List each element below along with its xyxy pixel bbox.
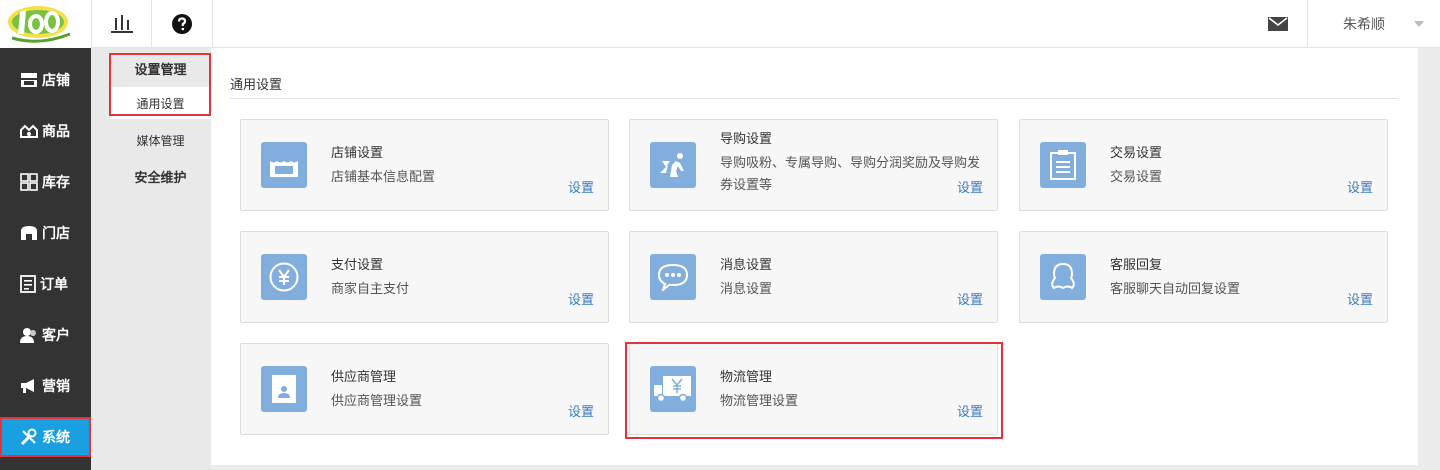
yuan-coin-icon: [261, 254, 307, 300]
store-icon: [21, 73, 37, 87]
envelope-icon: [1267, 17, 1288, 31]
settings-link[interactable]: 设置: [1347, 289, 1373, 308]
megaphone-icon: [21, 379, 34, 393]
sidebar-item-customers[interactable]: 客户: [0, 315, 91, 355]
user-icon: [20, 328, 36, 343]
sidebar-item-system[interactable]: 系统: [0, 417, 91, 457]
customer-service-icon: [1040, 254, 1086, 300]
card-description: 店铺基本信息配置: [331, 169, 436, 184]
clipboard-icon: [1040, 142, 1086, 188]
sidebar-item-label: 门店: [42, 225, 70, 241]
sidebar-item-shop[interactable]: 门店: [0, 213, 91, 253]
help-button[interactable]: [152, 0, 213, 48]
sidebar-item-label: 系统: [42, 429, 70, 445]
card-description: 交易设置: [1110, 169, 1163, 184]
user-menu[interactable]: 朱希顺: [1309, 0, 1440, 48]
card-title: 交易设置: [1110, 145, 1163, 160]
card-title: 消息设置: [720, 257, 773, 272]
highlight-box: [109, 53, 211, 116]
card-store-settings: 店铺设置 店铺基本信息配置 设置: [240, 119, 609, 211]
goods-icon: [20, 124, 38, 138]
highlight-box: [625, 342, 1003, 439]
settings-link[interactable]: 设置: [568, 289, 594, 308]
settings-link[interactable]: 设置: [1347, 177, 1373, 196]
page-footer-strip: [211, 465, 1440, 470]
sidebar-item-label: 店铺: [42, 72, 70, 88]
sidebar-item-marketing[interactable]: 营销: [0, 366, 91, 406]
card-supplier-management: 供应商管理 供应商管理设置 设置: [240, 343, 609, 435]
order-icon: [20, 275, 36, 293]
card-title: 支付设置: [331, 257, 384, 272]
divider: [230, 98, 1398, 99]
sidebar-item-label: 库存: [42, 174, 70, 190]
tools-icon: [20, 428, 37, 446]
settings-link[interactable]: 设置: [568, 401, 594, 420]
sidebar-item-label: 商品: [42, 123, 70, 139]
card-description: 客服聊天自动回复设置: [1110, 281, 1241, 296]
card-description: 导购吸粉、专属导购、导购分润奖励及导购发券设置等: [720, 155, 981, 192]
sidebar-item-inventory[interactable]: 库存: [0, 162, 91, 202]
supplier-badge-icon: [261, 366, 307, 412]
card-title: 导购设置: [720, 131, 773, 146]
settings-link[interactable]: 设置: [568, 177, 594, 196]
card-trade-settings: 交易设置 交易设置 设置: [1019, 119, 1388, 211]
card-title: 店铺设置: [331, 145, 384, 160]
user-name: 朱希顺: [1343, 16, 1385, 32]
subnav-item-media[interactable]: 媒体管理: [110, 124, 211, 156]
main-sidebar: 店铺 商品 库存 门店 订单 客户 营销 系统: [0, 48, 91, 470]
settings-link[interactable]: 设置: [957, 289, 983, 308]
subnav-group-security[interactable]: 安全维护: [110, 160, 211, 192]
card-description: 商家自主支付: [331, 281, 410, 296]
statistics-button[interactable]: [91, 0, 152, 48]
settings-link[interactable]: 设置: [957, 177, 983, 196]
card-description: 供应商管理设置: [331, 393, 423, 408]
sidebar-item-orders[interactable]: 订单: [0, 264, 91, 304]
card-message-settings: 消息设置 消息设置 设置: [629, 231, 998, 323]
shop-icon: [21, 226, 37, 240]
question-circle-icon: [172, 14, 192, 34]
bar-chart-icon: [110, 15, 133, 33]
grid-icon: [20, 173, 38, 191]
chevron-down-icon: [1414, 21, 1424, 27]
card-description: 消息设置: [720, 281, 773, 296]
sidebar-item-goods[interactable]: 商品: [0, 111, 91, 151]
card-guide-settings: 导购设置 导购吸粉、专属导购、导购分润奖励及导购发券设置等 设置: [629, 119, 998, 211]
card-customer-service-reply: 客服回复 客服聊天自动回复设置 设置: [1019, 231, 1388, 323]
section-title: 通用设置: [230, 77, 283, 92]
top-bar: 朱希顺: [0, 0, 1440, 48]
sidebar-item-label: 客户: [42, 327, 70, 343]
app-logo[interactable]: [0, 0, 91, 48]
card-title: 供应商管理: [331, 369, 397, 384]
mail-button[interactable]: [1248, 0, 1308, 48]
sidebar-item-store[interactable]: 店铺: [0, 60, 91, 100]
guide-icon: [650, 142, 696, 188]
sidebar-item-label: 订单: [40, 276, 68, 292]
chat-bubble-icon: [650, 254, 696, 300]
card-payment-settings: 支付设置 商家自主支付 设置: [240, 231, 609, 323]
sidebar-item-label: 营销: [42, 378, 70, 394]
card-title: 客服回复: [1110, 257, 1163, 272]
storefront-icon: [261, 142, 307, 188]
